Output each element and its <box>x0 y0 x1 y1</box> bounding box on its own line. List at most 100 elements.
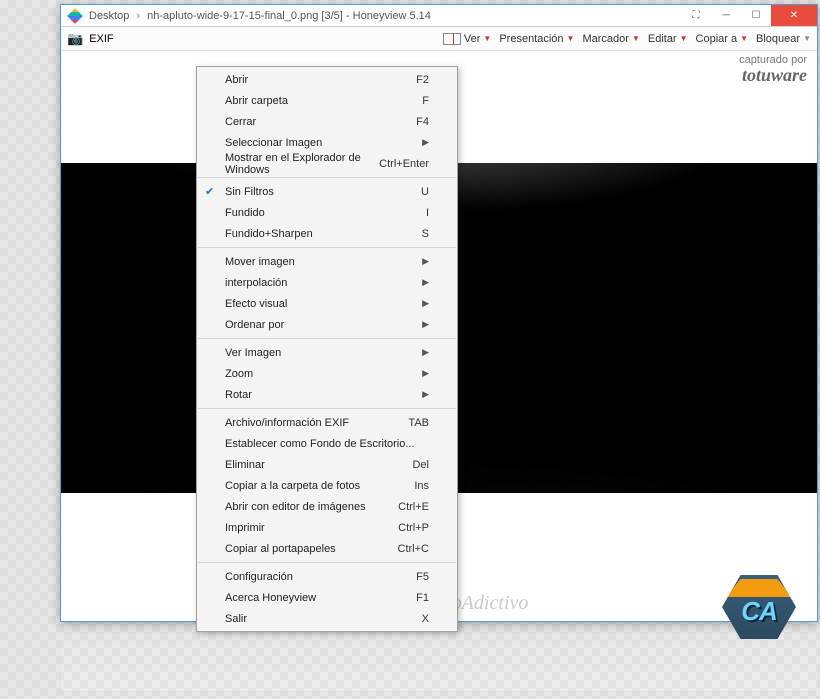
lock-button[interactable]: Bloquear ▼ <box>756 33 811 45</box>
close-button[interactable]: ✕ <box>771 5 817 26</box>
menu-item[interactable]: Acerca Honeyview F1 <box>197 587 457 608</box>
menu-shortcut: Del <box>412 459 429 471</box>
menu-shortcut: F1 <box>416 592 429 604</box>
maximize-button[interactable]: ☐ <box>741 5 771 26</box>
menu-item-label: Eliminar <box>225 459 265 471</box>
caret-icon: ▼ <box>740 34 748 43</box>
menu-shortcut: Ctrl+P <box>398 522 429 534</box>
menu-item[interactable]: ✔ Sin Filtros U <box>197 181 457 202</box>
menu-shortcut: Ctrl+C <box>398 543 429 555</box>
titlebar-text: Desktop › nh-apluto-wide-9-17-15-final_0… <box>89 10 681 22</box>
minimize-button[interactable]: ─ <box>711 5 741 26</box>
menu-item[interactable]: Zoom ▶ <box>197 363 457 384</box>
caret-icon: ▼ <box>803 34 811 43</box>
menu-item[interactable]: interpolación▶ <box>197 272 457 293</box>
submenu-arrow-icon: ▶ <box>422 347 429 358</box>
menu-shortcut: Ins <box>414 480 429 492</box>
menu-shortcut: F4 <box>416 116 429 128</box>
menu-shortcut: F <box>422 95 429 107</box>
menu-item[interactable]: Abrir carpeta F <box>197 90 457 111</box>
menu-shortcut: Ctrl+Enter <box>379 158 429 170</box>
menu-item[interactable]: Rotar▶ <box>197 384 457 405</box>
reflection <box>60 622 818 692</box>
menu-item-label: Configuración <box>225 571 293 583</box>
copy-label: Copiar a <box>696 33 738 45</box>
menu-item-label: Zoom <box>225 368 253 380</box>
menu-item[interactable]: FundidoI <box>197 202 457 223</box>
breadcrumb-sep: › <box>136 10 140 22</box>
menu-item[interactable]: Ver Imagen ▶ <box>197 342 457 363</box>
menu-item[interactable]: Seleccionar Imagen ▶ <box>197 132 457 153</box>
menu-shortcut: F5 <box>416 571 429 583</box>
menu-item[interactable]: Establecer como Fondo de Escritorio... <box>197 433 457 454</box>
menu-item-label: Abrir carpeta <box>225 95 288 107</box>
edit-button[interactable]: Editar ▼ <box>648 33 688 45</box>
menu-item-label: Seleccionar Imagen <box>225 137 322 149</box>
menu-separator <box>198 562 456 563</box>
menu-item[interactable]: Cerrar F4 <box>197 111 457 132</box>
menu-item-label: Mostrar en el Explorador de Windows <box>225 152 379 176</box>
presentation-button[interactable]: Presentación ▼ <box>499 33 574 45</box>
menu-item[interactable]: Eliminar Del <box>197 454 457 475</box>
copy-to-button[interactable]: Copiar a ▼ <box>696 33 749 45</box>
submenu-arrow-icon: ▶ <box>422 319 429 330</box>
menu-separator <box>198 338 456 339</box>
menu-shortcut: I <box>426 207 429 219</box>
menu-item[interactable]: Abrir con editor de imágenes Ctrl+E <box>197 496 457 517</box>
app-icon <box>67 8 83 24</box>
menu-item-label: Abrir <box>225 74 248 86</box>
menu-shortcut: U <box>421 186 429 198</box>
aspect-ratio-button[interactable]: Ver ▼ <box>443 33 491 45</box>
menu-item[interactable]: Mostrar en el Explorador de WindowsCtrl+… <box>197 153 457 174</box>
menu-separator <box>198 408 456 409</box>
menu-separator <box>198 247 456 248</box>
menu-item-label: Abrir con editor de imágenes <box>225 501 366 513</box>
submenu-arrow-icon: ▶ <box>422 256 429 267</box>
menu-item[interactable]: AbrirF2 <box>197 69 457 90</box>
menu-item[interactable]: Efecto visual▶ <box>197 293 457 314</box>
menu-item-label: Rotar <box>225 389 252 401</box>
menu-item[interactable]: Copiar a la carpeta de fotosIns <box>197 475 457 496</box>
menu-item-label: Fundido+Sharpen <box>225 228 313 240</box>
title-dash: - <box>346 10 353 22</box>
menu-item[interactable]: Fundido+SharpenS <box>197 223 457 244</box>
ver-label: Ver <box>464 33 481 45</box>
aspect-ratio-icon <box>443 33 461 45</box>
menu-item[interactable]: Imprimir Ctrl+P <box>197 517 457 538</box>
submenu-arrow-icon: ▶ <box>422 368 429 379</box>
menu-item-label: Archivo/información EXIF <box>225 417 349 429</box>
caret-icon: ▼ <box>483 34 491 43</box>
submenu-arrow-icon: ▶ <box>422 137 429 148</box>
app-name: Honeyview 5.14 <box>353 10 431 22</box>
menu-item-label: Cerrar <box>225 116 256 128</box>
menu-shortcut: Ctrl+E <box>398 501 429 513</box>
menu-item[interactable]: Archivo/información EXIF TAB <box>197 412 457 433</box>
camera-icon[interactable]: 📷 <box>67 31 83 47</box>
bookmark-button[interactable]: Marcador ▼ <box>582 33 639 45</box>
check-icon: ✔ <box>205 185 214 198</box>
breadcrumb-seg-2: nh-apluto-wide-9-17-15-final_0.png [3/5] <box>147 10 343 22</box>
ca-badge: CA <box>722 575 796 639</box>
menu-item[interactable]: Configuración F5 <box>197 566 457 587</box>
menu-item[interactable]: Copiar al portapapelesCtrl+C <box>197 538 457 559</box>
bookmark-label: Marcador <box>582 33 628 45</box>
caret-icon: ▼ <box>680 34 688 43</box>
menu-item-label: Imprimir <box>225 522 265 534</box>
menu-item-label: Ordenar por <box>225 319 284 331</box>
badge-text: CA <box>741 596 777 627</box>
menu-item-label: Acerca Honeyview <box>225 592 316 604</box>
watermark-brand: totuware <box>739 66 807 84</box>
window-controls: ⛶ ─ ☐ ✕ <box>681 5 817 26</box>
exif-label[interactable]: EXIF <box>89 33 113 45</box>
menu-item-label: Ver Imagen <box>225 347 281 359</box>
breadcrumb-seg-1: Desktop <box>89 10 129 22</box>
menu-item-label: Sin Filtros <box>225 186 274 198</box>
titlebar[interactable]: Desktop › nh-apluto-wide-9-17-15-final_0… <box>61 5 817 27</box>
edit-label: Editar <box>648 33 677 45</box>
context-menu: AbrirF2 Abrir carpeta F Cerrar F4 Seleccionar… <box>196 66 458 632</box>
fullscreen-button[interactable]: ⛶ <box>681 5 711 26</box>
menu-item[interactable]: Mover imagen▶ <box>197 251 457 272</box>
menu-item-label: Efecto visual <box>225 298 287 310</box>
menu-shortcut: TAB <box>408 417 429 429</box>
menu-item[interactable]: Ordenar por ▶ <box>197 314 457 335</box>
